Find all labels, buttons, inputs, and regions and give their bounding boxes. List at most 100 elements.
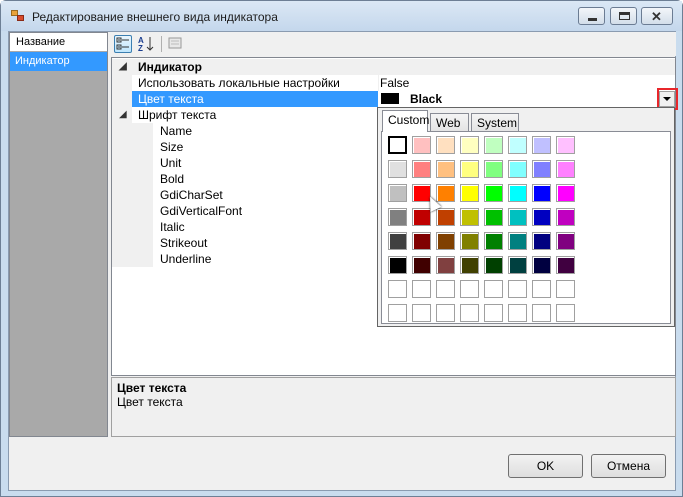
color-cell[interactable] [532,136,551,154]
color-cell[interactable] [556,256,575,274]
row-gutter [112,139,132,155]
color-cell[interactable] [484,280,503,298]
row-gutter [112,155,132,171]
color-cell[interactable] [436,184,455,202]
minimize-icon [588,18,597,21]
color-cell[interactable] [508,256,527,274]
color-cell[interactable] [436,304,455,322]
property-pages-icon [168,37,182,49]
color-swatch [381,93,399,104]
color-cell[interactable] [484,232,503,250]
category-row-indicator[interactable]: ◢ Индикатор [112,59,675,75]
color-cell[interactable] [412,208,431,226]
color-cell[interactable] [388,232,407,250]
color-cell[interactable] [556,184,575,202]
categorized-view-button[interactable] [114,35,132,53]
color-cell[interactable] [436,160,455,178]
description-title: Цвет текста [117,381,187,395]
color-cell[interactable] [460,256,479,274]
color-cell[interactable] [556,208,575,226]
property-value[interactable]: Black [410,92,442,106]
indicator-list[interactable]: Название Индикатор [9,32,108,437]
row-gutter [112,171,132,187]
color-cell[interactable] [508,304,527,322]
color-cell[interactable] [436,280,455,298]
color-cell[interactable] [508,160,527,178]
color-cell[interactable] [436,256,455,274]
color-cell[interactable] [388,280,407,298]
color-cell[interactable] [412,280,431,298]
property-row-text-color[interactable]: Цвет текста Black [112,88,678,110]
color-cell[interactable] [508,208,527,226]
color-cell[interactable] [556,232,575,250]
color-cell[interactable] [484,184,503,202]
color-cell[interactable] [556,304,575,322]
color-cell[interactable] [484,256,503,274]
ok-button[interactable]: OK [508,454,583,478]
close-icon: ✕ [651,9,662,24]
color-cell[interactable] [412,304,431,322]
color-cell[interactable] [388,208,407,226]
maximize-button[interactable] [610,7,637,25]
list-column-header[interactable]: Название [10,33,107,51]
color-cell[interactable] [412,136,431,154]
close-button[interactable]: ✕ [641,7,673,25]
color-cell[interactable] [460,280,479,298]
property-row-use-local[interactable]: Использовать локальные настройки False [112,75,675,91]
cancel-button[interactable]: Отмена [591,454,666,478]
color-cell[interactable] [436,208,455,226]
minimize-button[interactable] [578,7,605,25]
color-cell[interactable] [532,304,551,322]
color-cell[interactable] [436,232,455,250]
tab-system[interactable]: System [471,113,519,132]
color-cell[interactable] [508,280,527,298]
property-name: Italic [160,220,185,234]
alphabetical-view-button[interactable]: A Z [137,35,155,53]
color-cell[interactable] [532,256,551,274]
color-cell[interactable] [460,304,479,322]
color-cell[interactable] [412,232,431,250]
tab-custom[interactable]: Custom [382,110,429,132]
row-gutter [112,235,132,251]
tab-web[interactable]: Web [430,113,469,132]
color-cell[interactable] [388,136,407,154]
color-cell[interactable] [532,280,551,298]
color-cell[interactable] [388,304,407,322]
color-cell[interactable] [460,232,479,250]
color-cell[interactable] [484,136,503,154]
svg-text:Z: Z [138,44,143,53]
color-cell[interactable] [508,136,527,154]
color-cell[interactable] [508,184,527,202]
list-item-indicator[interactable]: Индикатор [10,52,107,71]
color-cell[interactable] [556,280,575,298]
color-cell[interactable] [532,208,551,226]
color-cell[interactable] [388,256,407,274]
color-cell[interactable] [532,184,551,202]
color-cell[interactable] [532,232,551,250]
color-cell[interactable] [460,184,479,202]
title-bar[interactable]: Редактирование внешнего вида индикатора … [1,1,682,31]
row-gutter [112,91,132,107]
color-cell[interactable] [484,208,503,226]
color-cell[interactable] [460,208,479,226]
color-cell[interactable] [556,160,575,178]
color-cell[interactable] [412,160,431,178]
color-cell[interactable] [388,160,407,178]
row-indent [132,203,153,219]
property-name: Underline [160,252,212,266]
color-picker-dropdown: Custom Web System [377,107,675,327]
color-cell[interactable] [532,160,551,178]
color-cell[interactable] [436,136,455,154]
color-cell[interactable] [460,136,479,154]
color-cell[interactable] [556,136,575,154]
color-cell[interactable] [484,160,503,178]
property-value[interactable]: False [380,76,409,90]
color-cell[interactable] [412,256,431,274]
color-cell[interactable] [460,160,479,178]
collapse-icon[interactable]: ◢ [119,109,127,120]
color-cell[interactable] [484,304,503,322]
color-cell[interactable] [388,184,407,202]
color-cell[interactable] [508,232,527,250]
collapse-icon[interactable]: ◢ [119,61,127,72]
property-pages-button[interactable] [167,35,185,53]
